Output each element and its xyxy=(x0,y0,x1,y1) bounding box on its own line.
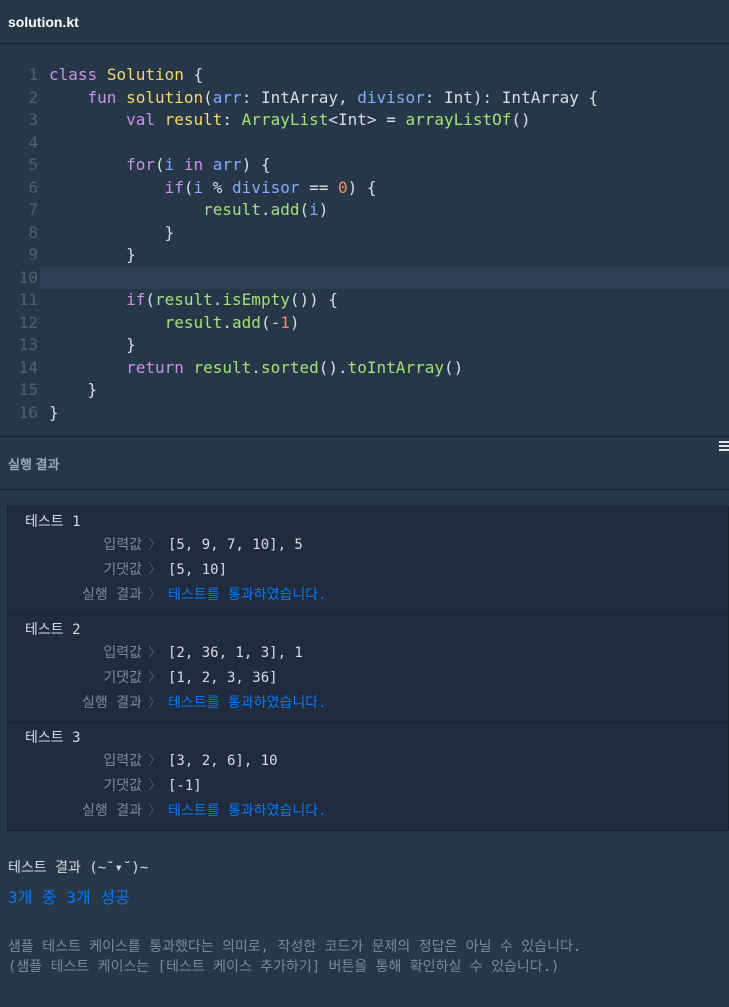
test-name: 테스트 1 xyxy=(25,514,81,530)
expected-value: [1, 2, 3, 36] xyxy=(168,670,278,686)
summary-result: 3개 중 3개 성공 xyxy=(8,888,130,907)
result-label: 실행 결과 xyxy=(82,695,142,711)
expected-value: [-1] xyxy=(168,778,202,794)
result-label: 실행 결과 xyxy=(82,587,142,603)
chevron-right-icon: 〉 xyxy=(148,803,162,819)
file-tab[interactable]: solution.kt xyxy=(8,14,79,30)
code-line[interactable]: 5 for(i in arr) { xyxy=(0,154,729,177)
test-name: 테스트 3 xyxy=(25,730,81,746)
input-value: [5, 9, 7, 10], 5 xyxy=(168,537,303,553)
expected-value: [5, 10] xyxy=(168,562,228,578)
chevron-right-icon: 〉 xyxy=(148,778,162,794)
code-line[interactable]: 7 result.add(i) xyxy=(0,199,729,222)
line-number: 4 xyxy=(28,132,38,152)
chevron-right-icon: 〉 xyxy=(148,670,162,686)
input-label: 입력값 xyxy=(103,753,142,769)
expected-label: 기댓값 xyxy=(103,778,142,794)
line-number: 9 xyxy=(28,245,38,264)
line-number: 13 xyxy=(18,335,38,354)
test-case: 테스트 1 입력값 〉 [5, 9, 7, 10], 5 기댓값 〉 [5, 10] 실… xyxy=(8,507,728,614)
input-label: 입력값 xyxy=(103,537,142,553)
line-number: 14 xyxy=(18,357,38,377)
result-value: 테스트를 통과하였습니다. xyxy=(168,695,327,711)
line-number: 2 xyxy=(28,87,38,107)
result-value: 테스트를 통과하였습니다. xyxy=(168,587,327,603)
test-case: 테스트 3 입력값 〉 [3, 2, 6], 10 기댓값 〉 [-1] 실행 결과 〉 테… xyxy=(8,722,728,830)
code-line[interactable]: 6 if(i % divisor == 0) { xyxy=(0,177,729,200)
line-number: 8 xyxy=(28,222,38,242)
code-editor[interactable]: 1 class Solution { 2 fun solution(arr: In… xyxy=(0,44,729,436)
line-number: 10 xyxy=(18,267,38,287)
summary-title: 테스트 결과 (~˘▾˘)~ xyxy=(8,860,149,876)
results-header: 실행 결과 xyxy=(0,436,729,490)
line-number: 11 xyxy=(18,290,38,309)
code-line[interactable]: 1 class Solution { xyxy=(0,64,729,87)
code-line[interactable]: 14 return result.sorted().toIntArray() xyxy=(0,357,729,380)
line-number: 5 xyxy=(28,155,38,174)
chevron-right-icon: 〉 xyxy=(148,753,162,769)
code-line[interactable]: 2 fun solution(arr: IntArray, divisor: I… xyxy=(0,87,729,110)
input-label: 입력값 xyxy=(103,645,142,661)
chevron-right-icon: 〉 xyxy=(148,587,162,603)
code-line[interactable]: 4 xyxy=(0,132,729,155)
note-line: 샘플 테스트 케이스를 통과했다는 의미로, 작성한 코드가 문제의 정답은 아… xyxy=(8,939,582,955)
line-number: 7 xyxy=(28,200,38,219)
expected-label: 기댓값 xyxy=(103,670,142,686)
result-value: 테스트를 통과하였습니다. xyxy=(168,803,327,819)
summary-note: 샘플 테스트 케이스를 통과했다는 의미로, 작성한 코드가 문제의 정답은 아… xyxy=(8,937,729,977)
result-label: 실행 결과 xyxy=(82,803,142,819)
input-value: [3, 2, 6], 10 xyxy=(168,753,278,769)
expected-label: 기댓값 xyxy=(103,562,142,578)
line-number: 6 xyxy=(28,177,38,197)
line-number: 3 xyxy=(28,110,38,129)
code-line[interactable]: 12 result.add(-1) xyxy=(0,312,729,335)
test-summary: 테스트 결과 (~˘▾˘)~ 3개 중 3개 성공 샘플 테스트 케이스를 통과… xyxy=(0,831,729,977)
line-number: 1 xyxy=(28,65,38,84)
line-number: 15 xyxy=(18,380,38,399)
code-line[interactable]: 8 } xyxy=(0,222,729,245)
code-line-active[interactable]: 10 xyxy=(19,266,729,289)
chevron-right-icon: 〉 xyxy=(148,645,162,661)
code-line[interactable]: 15 } xyxy=(0,379,729,402)
results-title: 실행 결과 xyxy=(8,456,60,472)
code-line[interactable]: 13 } xyxy=(0,334,729,357)
code-line[interactable]: 11 if(result.isEmpty()) { xyxy=(0,289,729,312)
line-number: 12 xyxy=(18,312,38,332)
chevron-right-icon: 〉 xyxy=(148,562,162,578)
chevron-right-icon: 〉 xyxy=(148,537,162,553)
chevron-right-icon: 〉 xyxy=(148,695,162,711)
code-line[interactable]: 9 } xyxy=(0,244,729,267)
code-line[interactable]: 3 val result: ArrayList<Int> = arrayList… xyxy=(0,109,729,132)
editor-tab-bar: solution.kt xyxy=(0,0,729,44)
test-results-panel: 테스트 1 입력값 〉 [5, 9, 7, 10], 5 기댓값 〉 [5, 10] 실… xyxy=(7,506,729,831)
note-line: (샘플 테스트 케이스는 [테스트 케이스 추가하기] 버튼을 통해 확인하실 … xyxy=(8,959,560,975)
test-case: 테스트 2 입력값 〉 [2, 36, 1, 3], 1 기댓값 〉 [1, 2, 3,… xyxy=(8,614,728,722)
code-line[interactable]: 16} xyxy=(0,402,729,425)
line-number: 16 xyxy=(18,402,38,422)
test-name: 테스트 2 xyxy=(25,622,81,638)
menu-icon[interactable] xyxy=(719,439,729,453)
input-value: [2, 36, 1, 3], 1 xyxy=(168,645,303,661)
